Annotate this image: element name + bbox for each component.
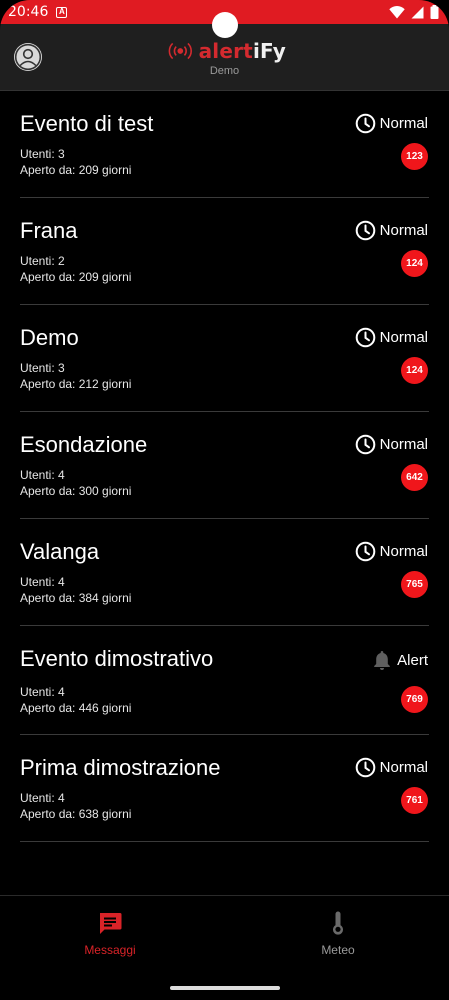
event-meta: Utenti: 2 Aperto da: 209 giorni: [20, 253, 131, 285]
event-status: Normal: [355, 220, 428, 241]
event-meta: Utenti: 4 Aperto da: 446 giorni: [20, 684, 131, 716]
event-meta: Utenti: 3 Aperto da: 209 giorni: [20, 146, 131, 178]
event-status: Normal: [355, 757, 428, 778]
event-status: Normal: [355, 541, 428, 562]
thermometer-icon: [333, 911, 343, 935]
wifi-icon: [389, 5, 405, 18]
message-count-badge: 769: [401, 686, 428, 713]
clock-icon: [355, 220, 375, 241]
event-status: Alert: [371, 649, 428, 671]
event-status: Normal: [355, 113, 428, 134]
message-count-badge: 124: [401, 250, 428, 277]
event-title: Evento di test: [20, 111, 154, 136]
event-status-label: Normal: [379, 329, 428, 346]
clock-icon: [355, 327, 375, 348]
signal-icon: [411, 6, 424, 18]
status-time: 20:46: [8, 4, 49, 20]
event-open-since: Aperto da: 209 giorni: [20, 270, 132, 284]
event-item[interactable]: Prima dimostrazione Utenti: 4 Aperto da:…: [20, 735, 429, 842]
message-count-badge: 642: [401, 464, 428, 491]
event-status-label: Normal: [379, 759, 428, 776]
nav-label-messaggi: Messaggi: [84, 943, 136, 957]
nav-tab-meteo[interactable]: Meteo: [263, 910, 413, 957]
event-users: Utenti: 3: [20, 361, 65, 375]
event-title: Frana: [20, 218, 78, 243]
event-item[interactable]: Valanga Utenti: 4 Aperto da: 384 giorni …: [20, 519, 429, 626]
event-meta: Utenti: 4 Aperto da: 300 giorni: [20, 467, 131, 499]
event-users: Utenti: 3: [20, 147, 65, 161]
event-users: Utenti: 2: [20, 254, 65, 268]
event-title: Demo: [20, 325, 79, 350]
clock-icon: [355, 541, 375, 562]
event-open-since: Aperto da: 384 giorni: [20, 591, 132, 605]
battery-icon: [430, 5, 439, 19]
event-title: Esondazione: [20, 432, 148, 457]
home-indicator[interactable]: [170, 986, 280, 990]
logo-part-ify: iFy: [252, 39, 286, 63]
event-users: Utenti: 4: [20, 575, 65, 589]
event-meta: Utenti: 4 Aperto da: 638 giorni: [20, 790, 131, 822]
event-meta: Utenti: 3 Aperto da: 212 giorni: [20, 360, 131, 392]
event-meta: Utenti: 4 Aperto da: 384 giorni: [20, 574, 131, 606]
event-item[interactable]: Demo Utenti: 3 Aperto da: 212 giorni Nor…: [20, 305, 429, 412]
event-open-since: Aperto da: 212 giorni: [20, 377, 132, 391]
notification-app-icon: A: [56, 6, 68, 18]
event-item[interactable]: Evento di test Utenti: 3 Aperto da: 209 …: [20, 91, 429, 198]
clock-icon: [355, 434, 375, 455]
event-open-since: Aperto da: 638 giorni: [20, 807, 132, 821]
broadcast-icon: [168, 42, 192, 60]
event-item[interactable]: Esondazione Utenti: 4 Aperto da: 300 gio…: [20, 412, 429, 519]
nav-tab-messaggi[interactable]: Messaggi: [35, 910, 185, 957]
event-users: Utenti: 4: [20, 685, 65, 699]
event-status: Normal: [355, 327, 428, 348]
bell-icon: [374, 651, 390, 670]
event-item[interactable]: Evento dimostrativo Utenti: 4 Aperto da:…: [20, 626, 429, 735]
message-count-badge: 123: [401, 143, 428, 170]
event-open-since: Aperto da: 209 giorni: [20, 163, 132, 177]
nav-label-meteo: Meteo: [321, 943, 355, 957]
app-logo: alertiFy: [166, 36, 286, 66]
app-subtitle: Demo: [209, 65, 240, 77]
logo-part-alert: alert: [198, 39, 253, 63]
event-status-label: Alert: [397, 651, 428, 669]
event-list: Evento di test Utenti: 3 Aperto da: 209 …: [0, 91, 449, 842]
event-status-label: Normal: [379, 115, 428, 132]
clock-icon: [355, 113, 375, 134]
event-status-label: Normal: [379, 436, 428, 453]
camera-cutout: [212, 12, 238, 38]
event-open-since: Aperto da: 300 giorni: [20, 484, 132, 498]
event-users: Utenti: 4: [20, 791, 65, 805]
message-count-badge: 765: [401, 571, 428, 598]
message-icon: [100, 913, 122, 934]
bottom-navigation: Messaggi Meteo: [0, 895, 449, 1000]
event-open-since: Aperto da: 446 giorni: [20, 701, 132, 715]
event-item[interactable]: Frana Utenti: 2 Aperto da: 209 giorni No…: [20, 198, 429, 305]
event-status: Normal: [355, 434, 428, 455]
event-status-label: Normal: [379, 543, 428, 560]
status-icons: [389, 5, 439, 19]
event-users: Utenti: 4: [20, 468, 65, 482]
message-count-badge: 124: [401, 357, 428, 384]
event-title: Evento dimostrativo: [20, 646, 214, 671]
event-title: Prima dimostrazione: [20, 755, 221, 780]
event-status-label: Normal: [379, 222, 428, 239]
clock-icon: [355, 757, 375, 778]
event-title: Valanga: [20, 539, 100, 564]
logo-wordmark: alertiFy: [199, 39, 286, 63]
message-count-badge: 761: [401, 787, 428, 814]
phone-screen: 20:46 A alertiFy Demo Evento di test Ute…: [0, 0, 449, 1000]
